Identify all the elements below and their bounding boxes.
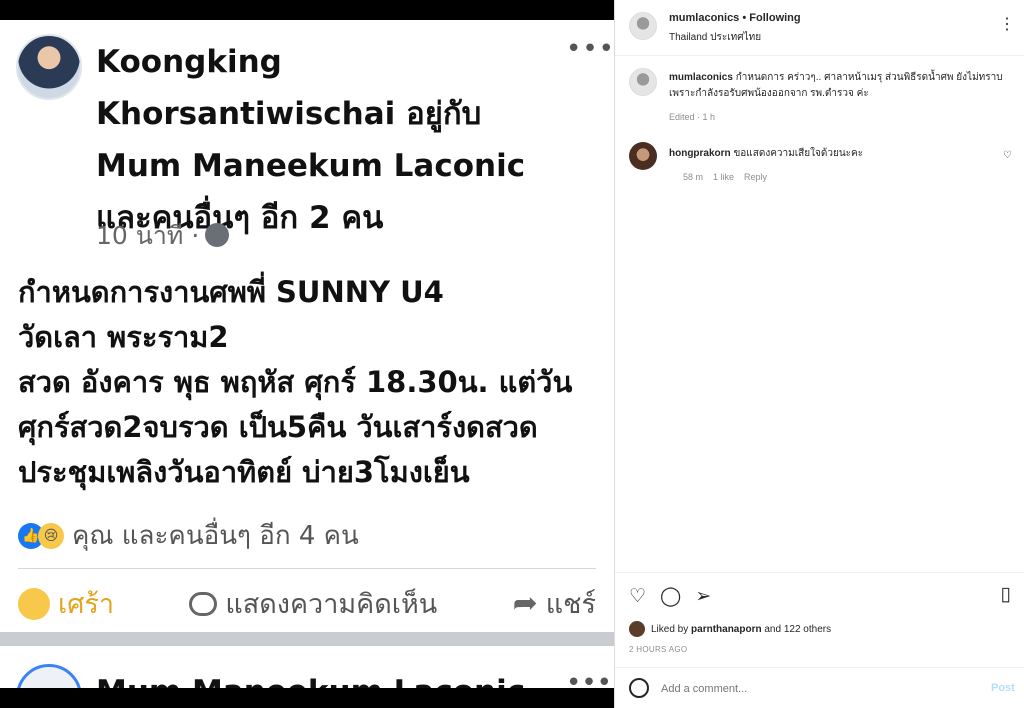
ig-caption-avatar[interactable]	[629, 68, 657, 96]
author-name-last[interactable]: Khorsantiwischai	[96, 96, 395, 132]
next-post-author[interactable]: Mum Maneekum Laconic	[96, 674, 525, 688]
ig-comment-meta: 58 m 1 like Reply	[683, 172, 767, 182]
liker-avatar	[629, 621, 645, 637]
post-timestamp: 10 นาที ·	[96, 216, 230, 256]
comment-icon[interactable]: ◯	[660, 585, 681, 608]
ig-username[interactable]: mumlaconics	[669, 12, 739, 24]
comment-bubble-icon	[189, 591, 218, 616]
reactions-summary[interactable]: 👍 😢 คุณ และคนอื่นๆ อีก 4 คน	[18, 515, 359, 556]
post-body: กำหนดการงานศพพี่ SUNNY U4 วัดเลา พระราม2…	[18, 275, 573, 489]
ig-comment: hongprakorn ขอแสดงความเสียใจด้วยนะคะ 58 …	[629, 142, 1019, 190]
ig-post-header: mumlaconics • Following Thailand ประเทศไ…	[615, 0, 1024, 56]
ig-add-comment-bar: Post	[615, 667, 1024, 708]
ig-caption-text: mumlaconics กำหนดการ คร่าวๆ.. ศาลาหน้าเม…	[669, 70, 1017, 102]
ig-liked-by: Liked by parnthanaporn and 122 others	[629, 621, 831, 637]
actions-divider	[18, 568, 596, 569]
share-arrow-icon: ➦	[512, 586, 538, 621]
ig-commenter-name[interactable]: hongprakorn	[669, 148, 731, 159]
ig-comment-time: 58 m	[683, 172, 704, 182]
post-comment-button[interactable]: Post	[991, 682, 1015, 694]
ig-comment-text: hongprakorn ขอแสดงความเสียใจด้วยนะคะ	[669, 146, 863, 161]
ig-caption-user[interactable]: mumlaconics	[669, 72, 733, 83]
liked-by-text: Liked by parnthanaporn and 122 others	[651, 624, 831, 635]
comment-label: แสดงความคิดเห็น	[225, 589, 438, 620]
tagged-user[interactable]: Mum Maneekum Laconic	[96, 140, 536, 192]
ig-comment-reply[interactable]: Reply	[744, 172, 767, 182]
post-author-block: Koongking Khorsantiwischai อยู่กับ Mum M…	[96, 36, 536, 244]
ig-user-avatar[interactable]	[629, 12, 657, 40]
ig-action-icons: ♡ ◯ ➢ ▯	[629, 583, 1011, 609]
ig-more-options-icon[interactable]: ⋮	[999, 14, 1015, 34]
ig-edited-time: Edited · 1 h	[669, 112, 716, 122]
feed-separator	[0, 632, 614, 646]
send-icon[interactable]: ➢	[695, 585, 711, 608]
sad-button[interactable]: เศร้า	[18, 582, 114, 625]
ig-post-footer: ♡ ◯ ➢ ▯ Liked by parnthanaporn and 122 o…	[615, 572, 1024, 708]
heart-icon[interactable]: ♡	[629, 585, 646, 608]
sad-label: เศร้า	[58, 589, 115, 620]
instagram-post-panel: mumlaconics • Following Thailand ประเทศไ…	[614, 0, 1024, 708]
liked-by-suffix[interactable]: and 122 others	[762, 624, 831, 635]
post-time[interactable]: 10 นาที ·	[96, 221, 199, 250]
author-name-line2: Khorsantiwischai อยู่กับ	[96, 88, 536, 140]
with-text: อยู่กับ	[395, 96, 482, 132]
ig-commenter-avatar[interactable]	[629, 142, 657, 170]
add-comment-input[interactable]	[661, 678, 961, 700]
fb-post-card: Koongking Khorsantiwischai อยู่กับ Mum M…	[0, 20, 614, 632]
comment-like-heart-icon[interactable]: ♡	[1003, 150, 1012, 161]
next-post-avatar	[16, 664, 82, 688]
share-label: แชร์	[545, 589, 596, 620]
ig-location[interactable]: Thailand ประเทศไทย	[669, 30, 761, 45]
next-post-more-icon[interactable]: •••	[566, 668, 612, 688]
ig-comment-body: ขอแสดงความเสียใจด้วยนะคะ	[730, 148, 864, 159]
share-button[interactable]: ➦ แชร์	[513, 582, 596, 625]
following-button[interactable]: Following	[749, 12, 800, 24]
ig-header-user: mumlaconics • Following	[669, 12, 801, 24]
globe-icon	[205, 223, 230, 247]
reactions-text: คุณ และคนอื่นๆ อีก 4 คน	[72, 521, 359, 551]
bookmark-icon[interactable]: ▯	[1001, 583, 1011, 606]
ig-comment-likes[interactable]: 1 like	[713, 172, 734, 182]
emoji-smile-icon[interactable]	[629, 678, 649, 698]
post-more-options-icon[interactable]: •••	[566, 34, 614, 64]
comment-button[interactable]: แสดงความคิดเห็น	[189, 582, 437, 625]
post-actions: เศร้า แสดงความคิดเห็น ➦ แชร์	[18, 582, 596, 625]
sad-face-icon	[18, 587, 50, 620]
next-post-preview: Mum Maneekum Laconic •••	[0, 646, 614, 688]
liked-by-prefix: Liked by	[651, 623, 692, 635]
facebook-post-screenshot: Koongking Khorsantiwischai อยู่กับ Mum M…	[0, 0, 614, 708]
author-name-line1[interactable]: Koongking	[96, 36, 536, 88]
sad-reaction-icon: 😢	[38, 522, 64, 549]
liked-by-user[interactable]: parnthanaporn	[691, 624, 762, 635]
ig-post-date: 2 HOURS AGO	[629, 645, 688, 654]
author-avatar	[16, 34, 82, 100]
